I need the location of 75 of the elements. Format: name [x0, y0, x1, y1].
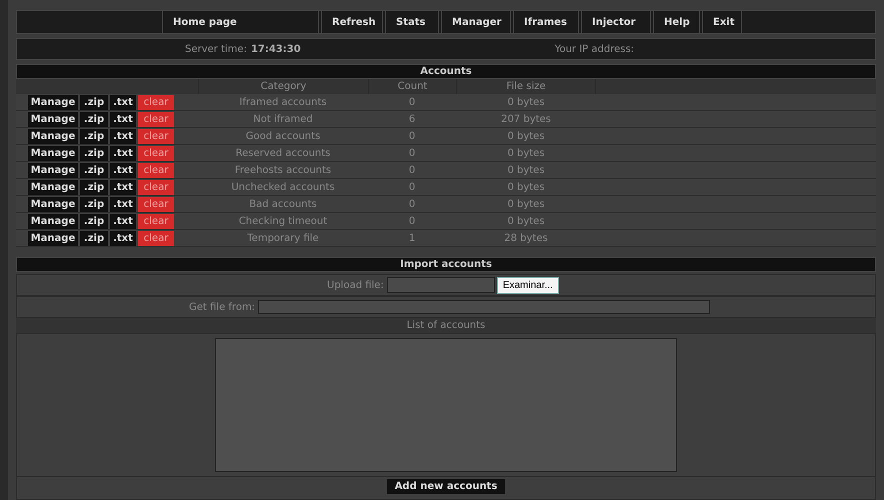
nav-button[interactable]: Help — [653, 11, 700, 33]
manage-button[interactable]: Manage — [28, 128, 78, 144]
ip-address-label: Your IP address: — [554, 42, 634, 56]
zip-button[interactable]: .zip — [80, 128, 108, 144]
file-size-cell-text: 0 bytes — [506, 198, 546, 212]
zip-button[interactable]: .zip — [80, 196, 108, 212]
txt-button[interactable]: .txt — [110, 230, 136, 246]
txt-button[interactable]: .txt — [110, 128, 136, 144]
category-cell-text: Iframed accounts — [238, 96, 328, 110]
section-header: Accounts — [16, 64, 876, 79]
category-cell-text: Not iframed — [252, 112, 314, 126]
manage-button[interactable]: Manage — [28, 162, 78, 178]
file-size-cell-text: 0 bytes — [506, 180, 546, 194]
server-time-label: Server time: — [185, 42, 247, 56]
count-cell-text: 1 — [408, 232, 416, 246]
txt-button[interactable]: .txt — [110, 196, 136, 212]
count-cell-text: 0 — [408, 198, 416, 212]
zip-button[interactable]: .zip — [80, 146, 108, 160]
zip-button[interactable]: .zip — [80, 180, 108, 194]
manage-button[interactable]: Manage — [28, 146, 78, 160]
file-size-cell-text: 28 bytes — [503, 232, 549, 246]
list-label: List of accounts — [16, 318, 876, 333]
txt-button[interactable]: .txt — [110, 94, 136, 110]
zip-button[interactable]: .zip — [80, 162, 108, 178]
txt-button[interactable]: .txt — [110, 214, 136, 228]
server-time: 17:43:30 — [250, 42, 301, 56]
manage-button[interactable]: Manage — [28, 230, 78, 246]
nav-button[interactable]: Iframes — [513, 11, 579, 33]
count-cell-text: 0 — [408, 180, 416, 194]
nav-button[interactable]: Home page — [162, 11, 319, 33]
accounts-textarea[interactable] — [215, 338, 677, 472]
category-cell-text: Reserved accounts — [234, 146, 332, 160]
manage-button[interactable]: Manage — [28, 112, 78, 126]
count-cell-text: 0 — [408, 96, 416, 110]
count-cell-text: 6 — [408, 112, 416, 126]
section-header: Import accounts — [16, 257, 876, 272]
txt-button[interactable]: .txt — [110, 146, 136, 160]
manage-button[interactable]: Manage — [28, 214, 78, 228]
upload-label: Upload file: — [327, 278, 384, 292]
nav-button[interactable]: Exit — [702, 11, 742, 33]
zip-button[interactable]: .zip — [80, 94, 108, 110]
category-cell-text: Good accounts — [244, 130, 322, 144]
count-cell-text: 0 — [408, 130, 416, 144]
file-path-field[interactable] — [386, 277, 495, 293]
txt-button[interactable]: .txt — [110, 112, 136, 126]
zip-button[interactable]: .zip — [80, 112, 108, 126]
zip-button[interactable]: .zip — [80, 214, 108, 228]
zip-button[interactable]: .zip — [80, 230, 108, 246]
url-label: Get file from: — [189, 300, 256, 314]
category-cell-text: Checking timeout — [238, 214, 328, 228]
file-size-cell-text: 0 bytes — [506, 214, 546, 228]
file-size-cell-text: 0 bytes — [506, 146, 546, 160]
file-size-cell-text: 0 bytes — [506, 96, 546, 110]
count-cell-text: 0 — [408, 164, 416, 178]
category-cell-text: Temporary file — [246, 232, 320, 246]
browse-button[interactable]: Examinar... — [496, 276, 559, 294]
file-size-cell-text: 0 bytes — [506, 130, 546, 144]
manage-button[interactable]: Manage — [28, 196, 78, 212]
txt-button[interactable]: .txt — [110, 180, 136, 194]
category-cell-text: Unchecked accounts — [230, 180, 336, 194]
file-size-cell-text: 207 bytes — [500, 112, 552, 126]
nav-button[interactable]: Stats — [385, 11, 439, 33]
count-cell-text: 0 — [408, 214, 416, 228]
manage-button[interactable]: Manage — [28, 94, 78, 110]
nav-button[interactable]: Refresh — [321, 11, 383, 33]
category-cell-text: Bad accounts — [248, 198, 318, 212]
url-field[interactable] — [258, 300, 710, 314]
count-cell-text: 0 — [408, 146, 416, 160]
file-size-cell-text: 0 bytes — [506, 164, 546, 178]
manage-button[interactable]: Manage — [28, 180, 78, 194]
nav-button[interactable]: Manager — [441, 11, 511, 33]
nav-button[interactable]: Injector — [581, 11, 651, 33]
category-cell-text: Freehosts accounts — [234, 164, 332, 178]
txt-button[interactable]: .txt — [110, 162, 136, 178]
add-accounts-button[interactable]: Add new accounts — [386, 479, 506, 494]
